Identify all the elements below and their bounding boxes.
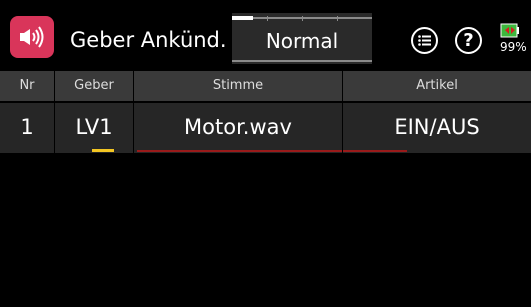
help-icon[interactable]: ?	[455, 27, 482, 54]
table-row[interactable]: 1 LV1 Motor.wav EIN/AUS	[0, 103, 531, 153]
geber-focus-indicator	[92, 149, 114, 152]
mode-bar-tick	[337, 16, 338, 21]
battery-icon	[500, 22, 531, 39]
flight-mode-label: Normal	[265, 29, 339, 53]
cell-geber[interactable]: LV1	[55, 103, 133, 153]
column-header-artikel: Artikel	[416, 78, 458, 93]
battery-percent: 99%	[500, 40, 527, 54]
column-header-stimme: Stimme	[212, 78, 264, 93]
mode-bar-tick	[302, 16, 303, 21]
cell-stimme[interactable]: Motor.wav	[134, 103, 342, 153]
column-header-geber: Geber	[74, 78, 114, 93]
menu-list-icon[interactable]	[411, 27, 438, 54]
cell-artikel[interactable]: EIN/AUS	[343, 103, 531, 153]
column-header-nr: Nr	[19, 78, 35, 93]
cell-nr: 1	[20, 115, 34, 139]
mode-bar-bottom	[232, 60, 372, 62]
empty-list-area	[0, 153, 531, 307]
flight-mode-selector[interactable]: Normal	[232, 13, 372, 64]
mode-bar-fill	[232, 16, 253, 20]
help-symbol: ?	[463, 29, 474, 51]
table-header: Nr Geber Stimme Artikel	[0, 71, 531, 101]
top-bar: Geber Ankünd. Normal ? 99%	[0, 0, 531, 69]
mode-bar-tick	[267, 16, 268, 21]
speaker-announcement-icon[interactable]	[10, 16, 54, 58]
page-title: Geber Ankünd.	[70, 28, 227, 52]
